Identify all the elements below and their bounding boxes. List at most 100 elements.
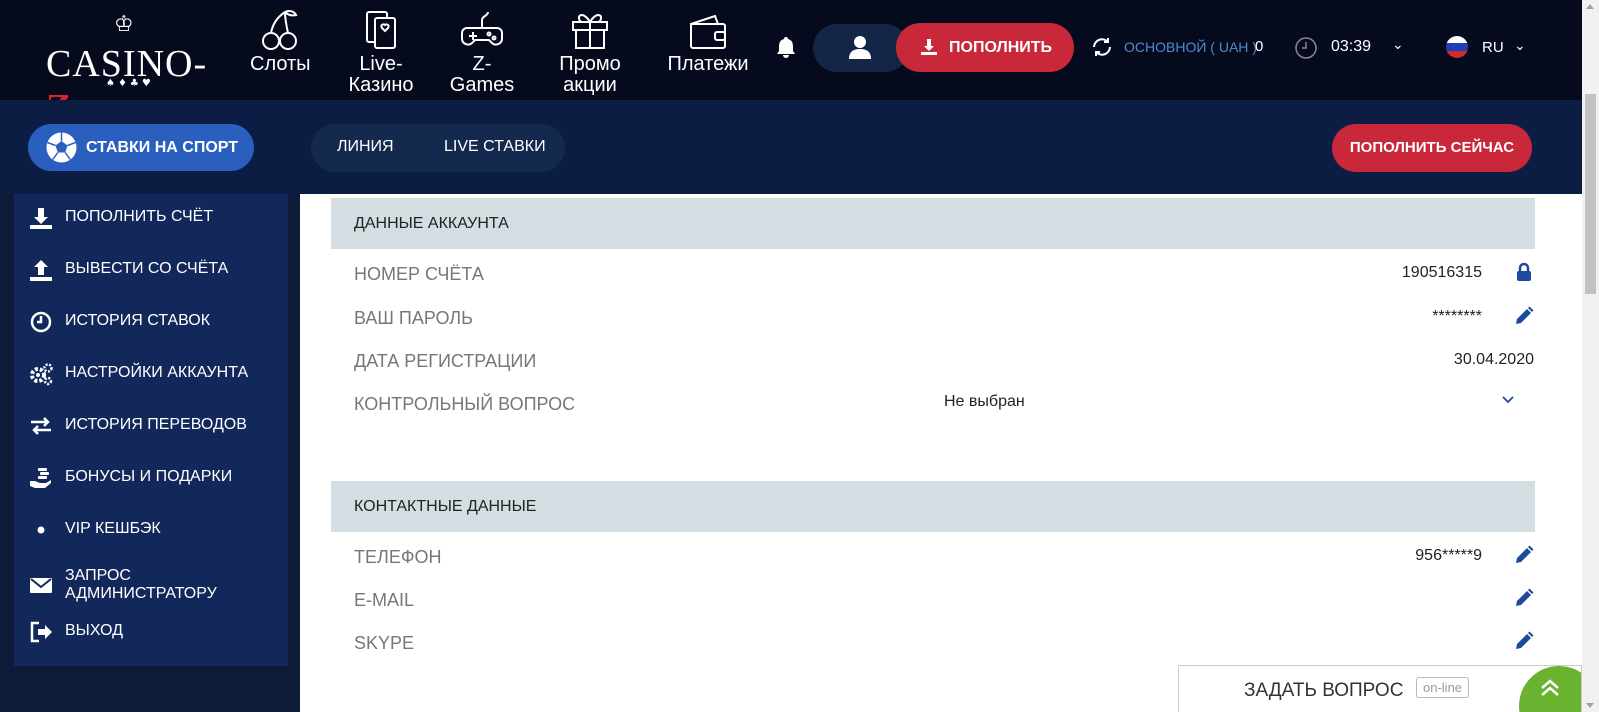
- dot-icon: [37, 526, 45, 534]
- cherries-icon: [250, 8, 311, 54]
- security-question-label: КОНТРОЛЬНЫЙ ВОПРОС: [354, 394, 576, 414]
- gamepad-icon: [446, 8, 518, 54]
- secondary-nav: СТАВКИ НА СПОРТ ЛИНИЯ LIVE СТАВКИ ПОПОЛН…: [0, 100, 1582, 194]
- page-scrollbar[interactable]: [1582, 0, 1599, 712]
- sidebar-item-vip-cashback[interactable]: VIP КЕШБЭК: [14, 510, 288, 550]
- sidebar-item-withdraw[interactable]: ВЫВЕСТИ СО СЧЁТА: [14, 250, 288, 290]
- pencil-icon[interactable]: [1514, 306, 1534, 326]
- soccer-ball-icon: [46, 132, 77, 163]
- email-label: E-MAIL: [354, 590, 415, 610]
- nav-slots[interactable]: Слоты: [250, 8, 311, 75]
- casino-z-logo[interactable]: ♔ CASINO-Z ♠♦♣♥: [46, 12, 216, 129]
- tab-line[interactable]: ЛИНИЯ: [337, 138, 394, 156]
- crown-icon: ♔: [114, 12, 134, 37]
- phone-label: ТЕЛЕФОН: [354, 547, 442, 567]
- gears-icon: [30, 363, 53, 386]
- password-value: ********: [1432, 308, 1482, 325]
- wallet-icon: [666, 8, 750, 54]
- sidebar-item-bet-history[interactable]: ИСТОРИЯ СТАВОК: [14, 302, 288, 342]
- transfer-arrows-icon: [31, 417, 51, 435]
- scroll-up-arrow[interactable]: [1586, 4, 1594, 9]
- refresh-icon[interactable]: [1090, 35, 1114, 59]
- download-icon: [30, 208, 52, 229]
- ask-question-label: ЗАДАТЬ ВОПРОС: [1244, 680, 1404, 701]
- lock-icon: [1517, 262, 1531, 281]
- sidebar-item-logout[interactable]: ВЫХОД: [14, 612, 288, 652]
- balance-label: ОСНОВНОЙ ( UAH ): [1124, 39, 1257, 55]
- chevron-down-icon: ⌄: [1392, 36, 1404, 52]
- envelope-icon: [30, 578, 52, 593]
- ask-question-widget[interactable]: ЗАДАТЬ ВОПРОС on-line: [1178, 665, 1582, 712]
- sidebar-item-label: ЗАПРОС АДМИНИСТРАТОРУ: [65, 567, 217, 602]
- russia-flag-icon: [1446, 36, 1468, 58]
- skype-label: SKYPE: [354, 633, 415, 653]
- nav-promo[interactable]: Промо акции: [554, 8, 626, 96]
- sidebar-item-deposit[interactable]: ПОПОЛНИТЬ СЧЁТ: [14, 198, 288, 238]
- sidebar-item-label: ВЫХОД: [65, 622, 123, 639]
- logo-suits: ♠♦♣♥: [106, 78, 154, 89]
- user-icon: [849, 36, 871, 59]
- phone-value: 956*****9: [1415, 547, 1482, 564]
- account-settings-panel: ДАННЫЕ АККАУНТА НОМЕР СЧЁТА 190516315 ВА…: [300, 194, 1582, 712]
- download-icon: [921, 39, 937, 55]
- section-contact-data-title: КОНТАКТНЫЕ ДАННЫЕ: [331, 481, 1535, 532]
- sidebar-item-label: ПОПОЛНИТЬ СЧЁТ: [65, 208, 214, 225]
- account-sidebar: ПОПОЛНИТЬ СЧЁТ ВЫВЕСТИ СО СЧЁТА ИСТОРИЯ …: [14, 194, 288, 666]
- scrollbar-thumb[interactable]: [1585, 94, 1596, 294]
- skype-row: SKYPE: [354, 623, 1534, 663]
- upload-icon: [30, 260, 52, 281]
- nav-live-casino[interactable]: Live-Казино: [345, 8, 417, 96]
- password-label: ВАШ ПАРОЛЬ: [354, 308, 473, 328]
- security-question-select[interactable]: Не выбран: [944, 393, 1025, 411]
- pencil-icon[interactable]: [1514, 588, 1534, 608]
- bell-icon[interactable]: [776, 36, 796, 63]
- online-status-badge: on-line: [1416, 677, 1470, 698]
- sidebar-item-label: ВЫВЕСТИ СО СЧЁТА: [65, 260, 229, 277]
- sidebar-item-account-settings[interactable]: НАСТРОЙКИ АККАУНТА: [14, 354, 288, 394]
- deposit-button-label: ПОПОЛНИТЬ: [949, 39, 1053, 56]
- security-question-row[interactable]: КОНТРОЛЬНЫЙ ВОПРОС Не выбран: [354, 384, 1534, 424]
- nav-promo-label: Промо акции: [559, 53, 621, 96]
- user-profile-button[interactable]: [813, 24, 909, 72]
- time-value: 03:39: [1331, 38, 1372, 55]
- scroll-down-arrow[interactable]: [1586, 703, 1594, 708]
- clock-icon: [1295, 37, 1317, 59]
- time-display[interactable]: 03:39 ⌄: [1294, 36, 1404, 65]
- sidebar-item-label: НАСТРОЙКИ АККАУНТА: [65, 364, 249, 381]
- sidebar-item-bonuses[interactable]: БОНУСЫ И ПОДАРКИ: [14, 458, 288, 498]
- language-code: RU: [1482, 39, 1504, 56]
- balance-value: 0: [1255, 38, 1264, 55]
- chevron-down-icon[interactable]: [1502, 396, 1514, 404]
- sidebar-item-admin-request[interactable]: ЗАПРОС АДМИНИСТРАТОРУ: [14, 562, 288, 608]
- nav-slots-label: Слоты: [250, 53, 311, 75]
- account-number-row: НОМЕР СЧЁТА 190516315: [354, 254, 1534, 294]
- nav-z-games[interactable]: Z-Games: [446, 8, 518, 96]
- deposit-button[interactable]: ПОПОЛНИТЬ: [896, 23, 1074, 72]
- tab-live-bets[interactable]: LIVE СТАВКИ: [444, 138, 546, 156]
- registration-date-label: ДАТА РЕГИСТРАЦИИ: [354, 351, 537, 371]
- gift-icon: [554, 8, 626, 54]
- registration-date-value: 30.04.2020: [1453, 351, 1534, 368]
- betting-tabs: ЛИНИЯ LIVE СТАВКИ: [311, 124, 565, 172]
- account-number-value: 190516315: [1401, 264, 1482, 281]
- sidebar-item-label: ИСТОРИЯ ПЕРЕВОДОВ: [65, 416, 247, 433]
- pay-now-button[interactable]: ПОПОЛНИТЬ СЕЙЧАС: [1332, 124, 1532, 172]
- sports-betting-button[interactable]: СТАВКИ НА СПОРТ: [28, 124, 254, 171]
- sidebar-item-transfer-history[interactable]: ИСТОРИЯ ПЕРЕВОДОВ: [14, 406, 288, 446]
- pencil-icon[interactable]: [1514, 545, 1534, 565]
- nav-payments[interactable]: Платежи: [666, 8, 750, 75]
- registration-date-row: ДАТА РЕГИСТРАЦИИ 30.04.2020: [354, 341, 1534, 381]
- expand-up-icon[interactable]: [1511, 666, 1581, 712]
- clock-icon: [30, 311, 52, 333]
- password-row: ВАШ ПАРОЛЬ ********: [354, 298, 1534, 338]
- pencil-icon[interactable]: [1514, 631, 1534, 651]
- section-account-data-title: ДАННЫЕ АККАУНТА: [331, 198, 1535, 249]
- sidebar-item-label: ИСТОРИЯ СТАВОК: [65, 312, 211, 329]
- email-row: E-MAIL: [354, 580, 1534, 620]
- sidebar-item-label: VIP КЕШБЭК: [65, 520, 161, 537]
- nav-payments-label: Платежи: [667, 53, 749, 75]
- chevron-down-icon: ⌄: [1514, 37, 1526, 53]
- sidebar-item-label: БОНУСЫ И ПОДАРКИ: [65, 468, 233, 485]
- top-header: ♔ CASINO-Z ♠♦♣♥ Слоты Live-Казино Z-Game…: [0, 0, 1582, 129]
- nav-z-games-label: Z-Games: [449, 53, 515, 96]
